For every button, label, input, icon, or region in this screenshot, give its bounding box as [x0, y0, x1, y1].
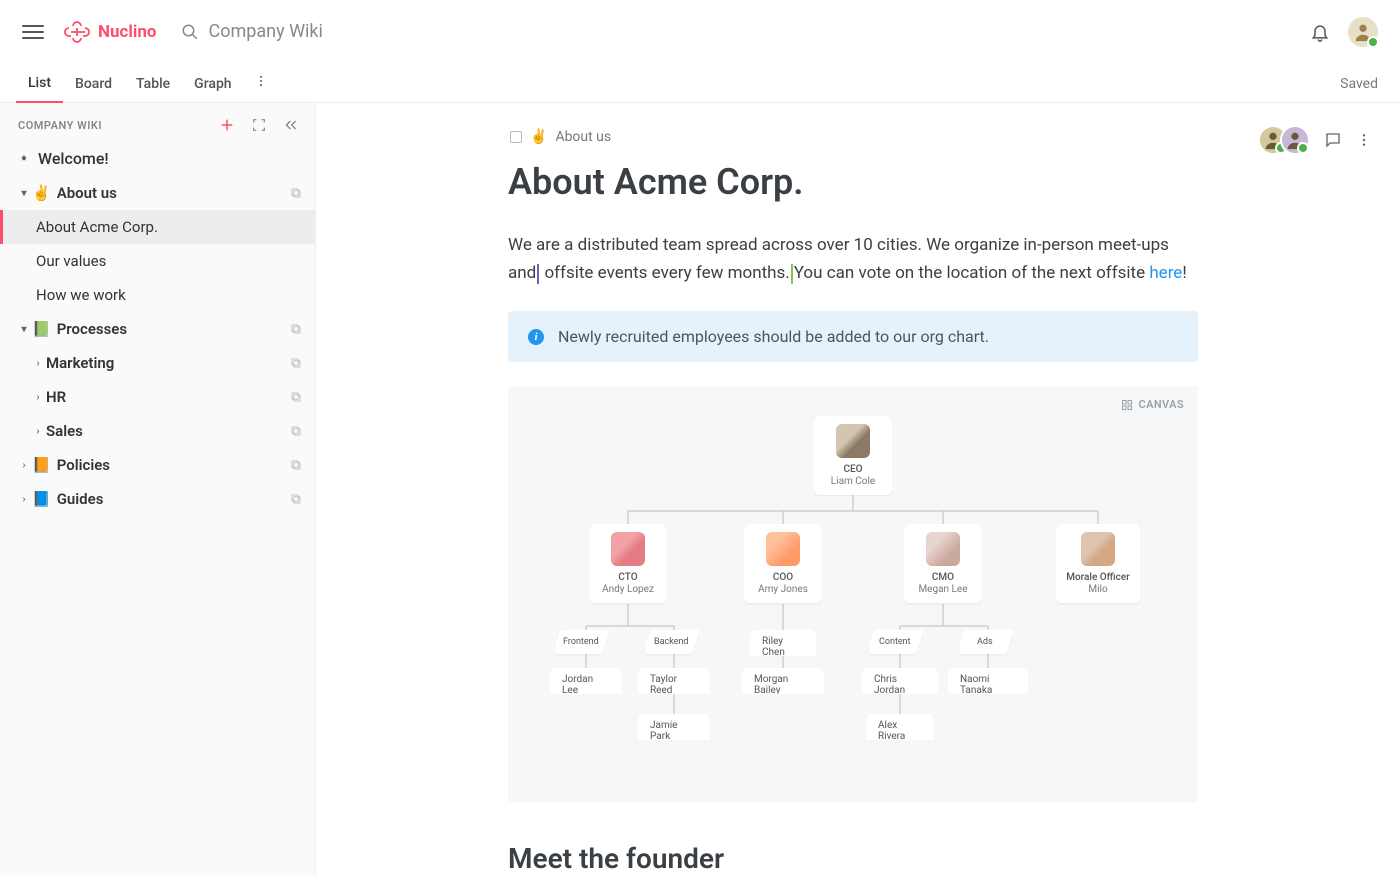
info-text: Newly recruited employees should be adde…	[558, 327, 989, 346]
org-dept-content[interactable]: Content	[870, 630, 924, 654]
copy-icon[interactable]	[289, 322, 303, 336]
search-input[interactable]: Company Wiki	[181, 21, 1311, 42]
collapse-icon[interactable]	[283, 117, 299, 133]
presence-avatar[interactable]	[1280, 125, 1310, 155]
remote-cursor-icon	[791, 264, 793, 284]
copy-icon[interactable]	[289, 458, 303, 472]
org-person[interactable]: Taylor Reed	[638, 668, 710, 694]
copy-icon[interactable]	[289, 424, 303, 438]
org-dept-ads[interactable]: Ads	[960, 630, 1014, 654]
sidebar-item-welcome[interactable]: Welcome!	[0, 141, 315, 176]
info-callout: i Newly recruited employees should be ad…	[508, 311, 1198, 362]
org-person[interactable]: Jamie Park	[638, 714, 710, 740]
sidebar-item-about-acme[interactable]: About Acme Corp.	[0, 210, 315, 244]
sidebar-item-policies[interactable]: › 📙 Policies	[0, 448, 315, 482]
sidebar-item-processes[interactable]: ▾ 📗 Processes	[0, 312, 315, 346]
search-placeholder: Company Wiki	[209, 21, 323, 42]
bell-icon[interactable]	[1310, 22, 1330, 42]
intro-paragraph[interactable]: We are a distributed team spread across …	[508, 231, 1198, 287]
tab-board[interactable]: Board	[63, 76, 124, 102]
copy-icon[interactable]	[289, 492, 303, 506]
sidebar: COMPANY WIKI Welcome! ▾ ✌️ About us Abou…	[0, 103, 316, 875]
org-chart-canvas[interactable]: CANVAS	[508, 386, 1198, 802]
tabs-more-icon[interactable]	[244, 73, 278, 102]
page-type-icon	[510, 131, 522, 143]
brand-text: Nuclino	[98, 22, 157, 42]
org-person[interactable]: Naomi Tanaka	[948, 668, 1028, 694]
remote-cursor-icon	[537, 264, 539, 284]
org-dept-backend[interactable]: Backend	[646, 630, 700, 654]
offsite-link[interactable]: here	[1149, 263, 1182, 283]
org-person[interactable]: Morgan Bailey	[742, 668, 824, 694]
chevron-down-icon: ▾	[18, 188, 30, 199]
presence-avatars[interactable]	[1258, 125, 1310, 155]
tab-list[interactable]: List	[16, 75, 63, 103]
tab-table[interactable]: Table	[124, 76, 182, 102]
expand-icon[interactable]	[251, 117, 267, 133]
org-dept-frontend[interactable]: Frontend	[556, 630, 610, 654]
chevron-right-icon: ›	[18, 494, 30, 505]
sidebar-item-hr[interactable]: ›HR	[0, 380, 315, 414]
org-person[interactable]: Chris Jordan	[862, 668, 938, 694]
copy-icon[interactable]	[289, 390, 303, 404]
search-icon	[181, 23, 199, 41]
sidebar-item-about[interactable]: ▾ ✌️ About us	[0, 176, 315, 210]
chevron-down-icon: ▾	[18, 324, 30, 335]
avatar[interactable]	[1348, 17, 1378, 47]
chevron-right-icon: ›	[32, 426, 44, 437]
org-person[interactable]: Riley Chen	[750, 630, 816, 656]
pin-icon	[18, 152, 30, 166]
sidebar-item-sales[interactable]: ›Sales	[0, 414, 315, 448]
brand-logo[interactable]: Nuclino	[64, 21, 157, 43]
page-title[interactable]: About Acme Corp.	[508, 161, 1356, 203]
sidebar-item-guides[interactable]: › 📘 Guides	[0, 482, 315, 516]
heading-meet-founder[interactable]: Meet the founder	[508, 842, 1356, 875]
info-icon: i	[528, 329, 544, 345]
chevron-right-icon: ›	[32, 392, 44, 403]
sidebar-item-our-values[interactable]: Our values	[0, 244, 315, 278]
copy-icon[interactable]	[289, 186, 303, 200]
workspace-title: COMPANY WIKI	[18, 119, 102, 132]
plus-icon[interactable]	[219, 117, 235, 133]
org-node-ceo[interactable]: CEOLiam Cole	[814, 416, 892, 495]
breadcrumb[interactable]: ✌️ About us	[510, 129, 1356, 145]
org-person[interactable]: Jordan Lee	[550, 668, 622, 694]
org-node-cmo[interactable]: CMOMegan Lee	[904, 524, 982, 603]
sidebar-item-marketing[interactable]: ›Marketing	[0, 346, 315, 380]
more-icon[interactable]	[1356, 132, 1372, 148]
org-node-coo[interactable]: COOAmy Jones	[744, 524, 822, 603]
org-node-cto[interactable]: CTOAndy Lopez	[589, 524, 667, 603]
org-person[interactable]: Alex Rivera	[866, 714, 934, 740]
chevron-right-icon: ›	[18, 460, 30, 471]
canvas-badge: CANVAS	[1121, 398, 1184, 411]
menu-icon[interactable]	[22, 21, 44, 43]
comment-icon[interactable]	[1324, 131, 1342, 149]
chevron-right-icon: ›	[32, 358, 44, 369]
sidebar-item-how-we-work[interactable]: How we work	[0, 278, 315, 312]
copy-icon[interactable]	[289, 356, 303, 370]
org-node-morale[interactable]: Morale OfficerMilo	[1056, 524, 1140, 603]
tab-graph[interactable]: Graph	[182, 76, 243, 102]
saved-status: Saved	[1340, 76, 1378, 92]
